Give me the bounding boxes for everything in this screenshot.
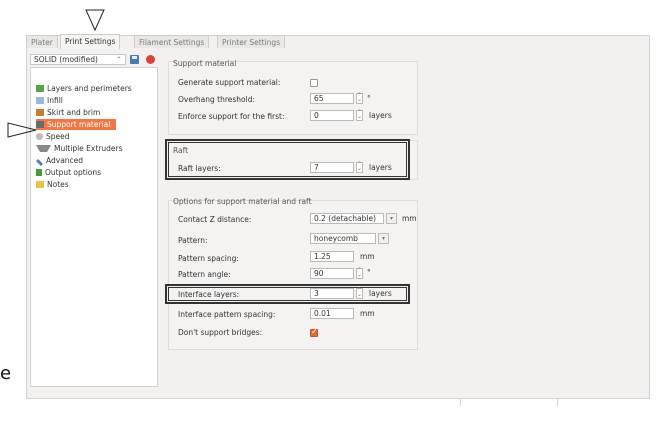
tree-item-multiple-extruders[interactable]: Multiple Extruders [36,143,123,154]
tab-plater[interactable]: Plater [26,35,58,48]
tree-item-label: Speed [46,132,70,141]
preset-value: SOLID (modified) [34,55,98,64]
pattern-spacing-input[interactable]: 1.25 [310,251,354,262]
interface-layers-label: Interface layers: [178,290,240,299]
stray-text: e [0,363,12,384]
save-preset-icon[interactable] [130,55,139,64]
raft-highlight-box [165,139,410,180]
overhang-stepper[interactable]: ⌃ ⌄ [356,93,363,104]
dont-support-bridges-checkbox[interactable] [310,327,318,337]
enforce-unit: layers [369,111,392,120]
overhang-unit: ° [367,94,371,103]
enforce-stepper[interactable]: ⌃ ⌄ [356,110,363,121]
interface-spacing-unit: mm [360,309,375,318]
pattern-spacing-unit: mm [360,252,375,261]
down-arrow-marker-icon [85,9,105,32]
contact-z-label: Contact Z distance: [178,215,252,224]
status-separator [460,398,461,406]
tree-item-advanced[interactable]: Advanced [35,155,84,167]
output-icon [36,169,42,176]
tree-item-speed[interactable]: Speed [36,131,70,142]
right-arrow-marker-icon [7,122,37,138]
delete-preset-icon[interactable] [146,55,155,64]
pattern-label: Pattern: [178,236,208,245]
tree-item-label: Infill [47,96,63,105]
tree-item-layers-perimeters[interactable]: Layers and perimeters [36,83,132,94]
tree-item-label: Output options [45,168,102,177]
enforce-input[interactable]: 0 [310,110,354,121]
raft-layers-label: Raft layers: [178,164,221,173]
tree-item-label: Notes [47,180,69,189]
tab-print-settings[interactable]: Print Settings [60,34,121,49]
chevron-down-icon[interactable]: ▾ [386,213,397,224]
interface-layers-stepper[interactable]: ⌃ ⌄ [356,288,363,299]
enforce-label: Enforce support for the first: [178,112,285,121]
tree-item-skirt-brim[interactable]: Skirt and brim [36,107,100,118]
tab-bar: Plater Print Settings Filament Settings … [26,34,650,49]
layers-icon [36,85,44,92]
pattern-angle-label: Pattern angle: [178,270,231,279]
tree-item-support-material[interactable]: Support material [36,119,117,130]
chevron-down-icon[interactable]: ▾ [378,233,389,244]
tree-item-label: Layers and perimeters [47,84,132,93]
raft-layers-unit: layers [369,163,392,172]
overhang-input[interactable]: 65 [310,93,354,104]
contact-z-select[interactable]: 0.2 (detachable) [310,213,384,224]
tree-item-output-options[interactable]: Output options [36,167,101,178]
interface-layers-unit: layers [369,289,392,298]
tab-filament-settings[interactable]: Filament Settings [134,35,210,48]
preset-select[interactable]: SOLID (modified) ⌃ [30,54,126,65]
raft-layers-stepper[interactable]: ⌃ ⌄ [356,162,363,173]
chevron-updown-icon: ⌃ [115,55,122,64]
tree-item-label: Multiple Extruders [54,144,123,153]
tree-item-label: Skirt and brim [47,108,101,117]
tree-item-label: Advanced [46,156,84,165]
status-separator [557,398,558,406]
pattern-angle-unit: ° [367,268,371,277]
interface-spacing-label: Interface pattern spacing: [178,310,276,319]
interface-layers-input[interactable]: 3 [310,288,354,299]
tree-item-label: Support material [47,120,111,129]
group-title-support: Support material [173,59,237,68]
pattern-select[interactable]: honeycomb [310,233,376,244]
group-title-raft: Raft [173,146,189,155]
raft-layers-input[interactable]: 7 [310,162,354,173]
group-title-options: Options for support material and raft [173,197,312,206]
generate-support-label: Generate support material: [178,78,281,87]
pattern-angle-stepper[interactable]: ⌃ ⌄ [356,268,363,279]
pattern-spacing-label: Pattern spacing: [178,254,239,263]
interface-spacing-input[interactable]: 0.01 [310,308,354,319]
generate-support-checkbox[interactable] [310,79,318,87]
pattern-angle-input[interactable]: 90 [310,268,354,279]
tree-item-infill[interactable]: Infill [36,95,63,106]
tree-item-notes[interactable]: Notes [36,179,69,190]
overhang-label: Overhang threshold: [178,95,256,104]
skirt-icon [36,109,44,116]
infill-icon [36,97,44,104]
tab-printer-settings[interactable]: Printer Settings [217,35,286,48]
notes-icon [36,181,44,188]
dont-support-bridges-label: Don't support bridges: [178,328,263,337]
funnel-icon [36,145,51,152]
wrench-icon [35,158,44,167]
contact-z-unit: mm [402,214,417,223]
